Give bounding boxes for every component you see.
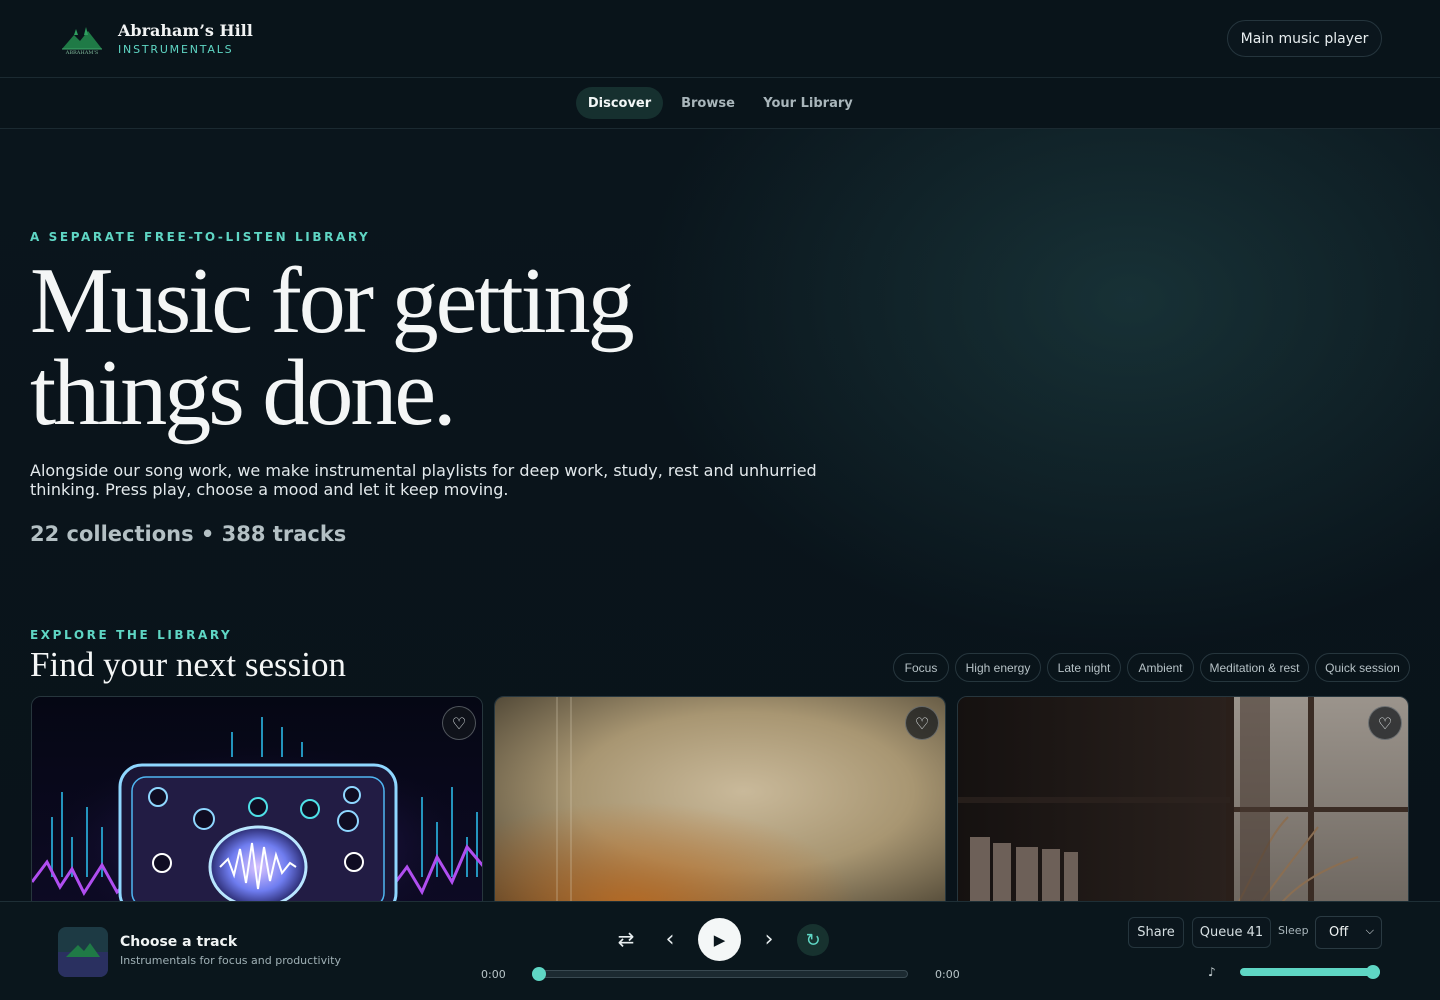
brand[interactable]: ABRAHAM'S Abraham’s Hill INSTRUMENTALS	[58, 22, 253, 58]
tab-your-library[interactable]: Your Library	[755, 87, 861, 119]
tab-discover[interactable]: Discover	[576, 87, 663, 119]
favorite-heart-icon[interactable]: ♡	[1368, 706, 1402, 740]
previous-icon[interactable]: ‹	[658, 924, 682, 954]
section-title: Find your next session	[30, 645, 346, 684]
hero-title-line-1: Music for getting	[30, 249, 635, 353]
player-bar: Choose a track Instrumentals for focus a…	[0, 901, 1440, 1000]
now-playing-artwork	[58, 927, 108, 977]
shuffle-icon[interactable]: ⇄	[612, 924, 640, 954]
collection-artwork	[495, 697, 945, 905]
hero-eyebrow: A SEPARATE FREE-TO-LISTEN LIBRARY	[30, 230, 371, 244]
favorite-heart-icon[interactable]: ♡	[905, 706, 939, 740]
seek-handle[interactable]	[532, 967, 546, 981]
hero-description: Alongside our song work, we make instrum…	[30, 461, 817, 499]
hero-title: Music for getting things done.	[30, 249, 790, 445]
sleep-label: Sleep	[1278, 924, 1309, 937]
volume-slider[interactable]	[1240, 968, 1380, 976]
filter-chip-meditation-rest[interactable]: Meditation & rest	[1200, 653, 1309, 682]
filter-chip-late-night[interactable]: Late night	[1047, 653, 1121, 682]
filter-chip-focus[interactable]: Focus	[893, 653, 949, 682]
now-playing-subtitle: Instrumentals for focus and productivity	[120, 954, 341, 967]
volume-icon: ♪	[1208, 965, 1216, 979]
duration-time: 0:00	[935, 968, 960, 981]
favorite-heart-icon[interactable]: ♡	[442, 706, 476, 740]
top-header: ABRAHAM'S Abraham’s Hill INSTRUMENTALS M…	[0, 0, 1440, 78]
collection-artwork	[958, 697, 1408, 905]
seek-bar[interactable]	[532, 970, 908, 978]
hero-title-line-2: things done.	[30, 341, 457, 445]
filter-chip-ambient[interactable]: Ambient	[1127, 653, 1194, 682]
filter-chip-quick-session[interactable]: Quick session	[1315, 653, 1410, 682]
collection-artwork	[32, 697, 482, 905]
next-icon[interactable]: ›	[757, 924, 781, 954]
chevron-down-icon: ⌵	[1365, 924, 1374, 937]
play-button[interactable]: ▶	[698, 918, 741, 961]
repeat-icon[interactable]: ↻	[797, 924, 829, 956]
sleep-timer-value: Off	[1329, 925, 1349, 940]
collection-card[interactable]: ♡	[31, 696, 483, 906]
main-player-button[interactable]: Main music player	[1227, 20, 1382, 57]
filter-chip-high-energy[interactable]: High energy	[955, 653, 1041, 682]
collection-card[interactable]: ♡	[494, 696, 946, 906]
library-stats: 22 collections • 388 tracks	[30, 522, 347, 546]
brand-name: Abraham’s Hill	[118, 21, 253, 40]
elapsed-time: 0:00	[481, 968, 506, 981]
now-playing-title: Choose a track	[120, 934, 238, 950]
logo-icon: ABRAHAM'S	[62, 27, 102, 56]
explore-eyebrow: EXPLORE THE LIBRARY	[30, 628, 233, 642]
volume-handle[interactable]	[1366, 965, 1380, 979]
sleep-timer-select[interactable]: Off ⌵	[1315, 916, 1382, 949]
brand-subtitle: INSTRUMENTALS	[118, 43, 234, 56]
main-nav: Discover Browse Your Library	[0, 78, 1440, 129]
share-button[interactable]: Share	[1128, 917, 1184, 948]
logo-text: ABRAHAM'S	[65, 50, 99, 56]
queue-button[interactable]: Queue 41	[1192, 917, 1271, 948]
tab-browse[interactable]: Browse	[670, 87, 746, 119]
collection-card[interactable]: ♡	[957, 696, 1409, 906]
